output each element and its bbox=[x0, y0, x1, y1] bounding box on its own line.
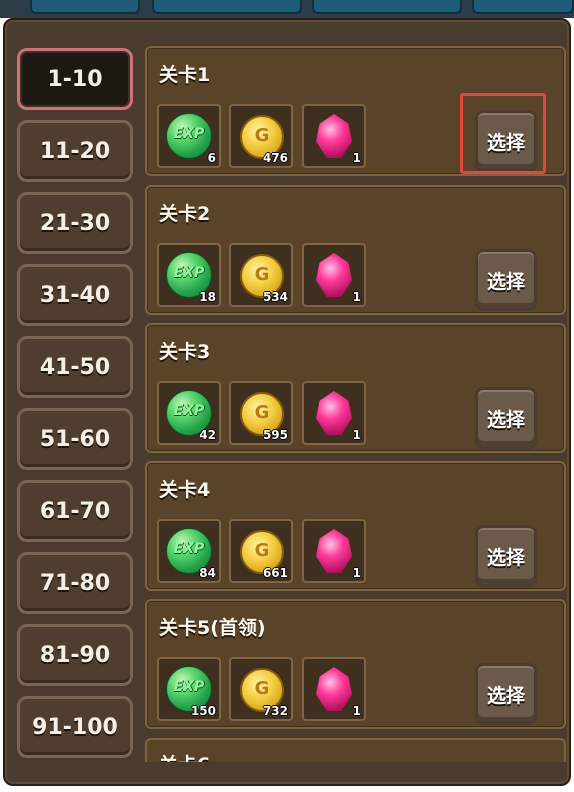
reward-exp-slot: EXP 84 bbox=[157, 519, 221, 583]
reward-count: 1 bbox=[352, 566, 361, 580]
gold-icon-label: G bbox=[254, 264, 270, 285]
reward-count: 476 bbox=[262, 151, 288, 165]
stage-title: 关卡2 bbox=[159, 203, 211, 225]
stage-card: 关卡5(首领) EXP 150 G 732 1 选择 bbox=[145, 599, 566, 729]
gem-icon bbox=[316, 391, 352, 435]
exp-orb-icon: EXP bbox=[166, 113, 212, 159]
gem-icon bbox=[316, 667, 352, 711]
stage-title: 关卡5(首领) bbox=[159, 617, 266, 639]
range-tab[interactable]: 91-100 bbox=[17, 696, 133, 758]
gem-icon bbox=[316, 114, 352, 158]
select-button[interactable]: 选择 bbox=[475, 663, 537, 725]
reward-gem-slot: 1 bbox=[302, 381, 366, 445]
gold-icon-label: G bbox=[254, 125, 270, 146]
gold-icon-label: G bbox=[254, 678, 270, 699]
reward-count: 84 bbox=[199, 566, 216, 580]
top-tab[interactable] bbox=[312, 0, 462, 14]
range-tab[interactable]: 11-20 bbox=[17, 120, 133, 182]
select-button[interactable]: 选择 bbox=[475, 525, 537, 587]
gold-icon-label: G bbox=[254, 402, 270, 423]
reward-gold-slot: G 595 bbox=[229, 381, 293, 445]
reward-gold-slot: G 661 bbox=[229, 519, 293, 583]
range-tab[interactable]: 71-80 bbox=[17, 552, 133, 614]
top-tab[interactable] bbox=[472, 0, 574, 14]
stage-card: 关卡3 EXP 42 G 595 1 选择 bbox=[145, 323, 566, 453]
reward-exp-slot: EXP 150 bbox=[157, 657, 221, 721]
reward-exp-slot: EXP 42 bbox=[157, 381, 221, 445]
range-tab[interactable]: 1-10 bbox=[17, 48, 133, 110]
exp-icon-label: EXP bbox=[173, 126, 205, 142]
reward-gem-slot: 1 bbox=[302, 519, 366, 583]
range-tab[interactable]: 21-30 bbox=[17, 192, 133, 254]
top-strip bbox=[0, 0, 574, 18]
reward-count: 150 bbox=[190, 704, 216, 718]
reward-count: 595 bbox=[262, 428, 288, 442]
exp-icon-label: EXP bbox=[173, 679, 205, 695]
reward-exp-slot: EXP 18 bbox=[157, 243, 221, 307]
stage-card: 关卡2 EXP 18 G 534 1 选择 bbox=[145, 185, 566, 315]
gold-icon-label: G bbox=[254, 540, 270, 561]
reward-count: 42 bbox=[199, 428, 216, 442]
stage-title: 关卡4 bbox=[159, 479, 211, 501]
stage-card-partial: 关卡6 bbox=[145, 738, 566, 762]
gem-icon bbox=[316, 529, 352, 573]
exp-icon-label: EXP bbox=[173, 541, 205, 557]
reward-count: 6 bbox=[207, 151, 216, 165]
reward-count: 732 bbox=[262, 704, 288, 718]
gem-icon bbox=[316, 253, 352, 297]
stage-title: 关卡3 bbox=[159, 341, 211, 363]
exp-icon-label: EXP bbox=[173, 265, 205, 281]
reward-count: 534 bbox=[262, 290, 288, 304]
stage-title: 关卡1 bbox=[159, 64, 211, 86]
stage-card: 关卡1 EXP 6 G 476 1 选择 bbox=[145, 46, 566, 176]
top-tab[interactable] bbox=[30, 0, 140, 14]
range-tab[interactable]: 41-50 bbox=[17, 336, 133, 398]
select-button[interactable]: 选择 bbox=[475, 249, 537, 311]
reward-count: 661 bbox=[262, 566, 288, 580]
reward-gold-slot: G 476 bbox=[229, 104, 293, 168]
reward-count: 1 bbox=[352, 704, 361, 718]
select-button[interactable]: 选择 bbox=[475, 110, 537, 172]
reward-count: 1 bbox=[352, 151, 361, 165]
range-tab[interactable]: 31-40 bbox=[17, 264, 133, 326]
range-tab[interactable]: 51-60 bbox=[17, 408, 133, 470]
reward-gold-slot: G 534 bbox=[229, 243, 293, 307]
range-tab[interactable]: 61-70 bbox=[17, 480, 133, 542]
reward-exp-slot: EXP 6 bbox=[157, 104, 221, 168]
reward-gem-slot: 1 bbox=[302, 657, 366, 721]
stage-title: 关卡6 bbox=[159, 750, 210, 762]
top-tab[interactable] bbox=[152, 0, 302, 14]
reward-gem-slot: 1 bbox=[302, 104, 366, 168]
reward-gold-slot: G 732 bbox=[229, 657, 293, 721]
exp-icon-label: EXP bbox=[173, 403, 205, 419]
reward-gem-slot: 1 bbox=[302, 243, 366, 307]
reward-count: 1 bbox=[352, 428, 361, 442]
reward-count: 18 bbox=[199, 290, 216, 304]
range-tab[interactable]: 81-90 bbox=[17, 624, 133, 686]
stage-card: 关卡4 EXP 84 G 661 1 选择 bbox=[145, 461, 566, 591]
reward-count: 1 bbox=[352, 290, 361, 304]
select-button[interactable]: 选择 bbox=[475, 387, 537, 449]
